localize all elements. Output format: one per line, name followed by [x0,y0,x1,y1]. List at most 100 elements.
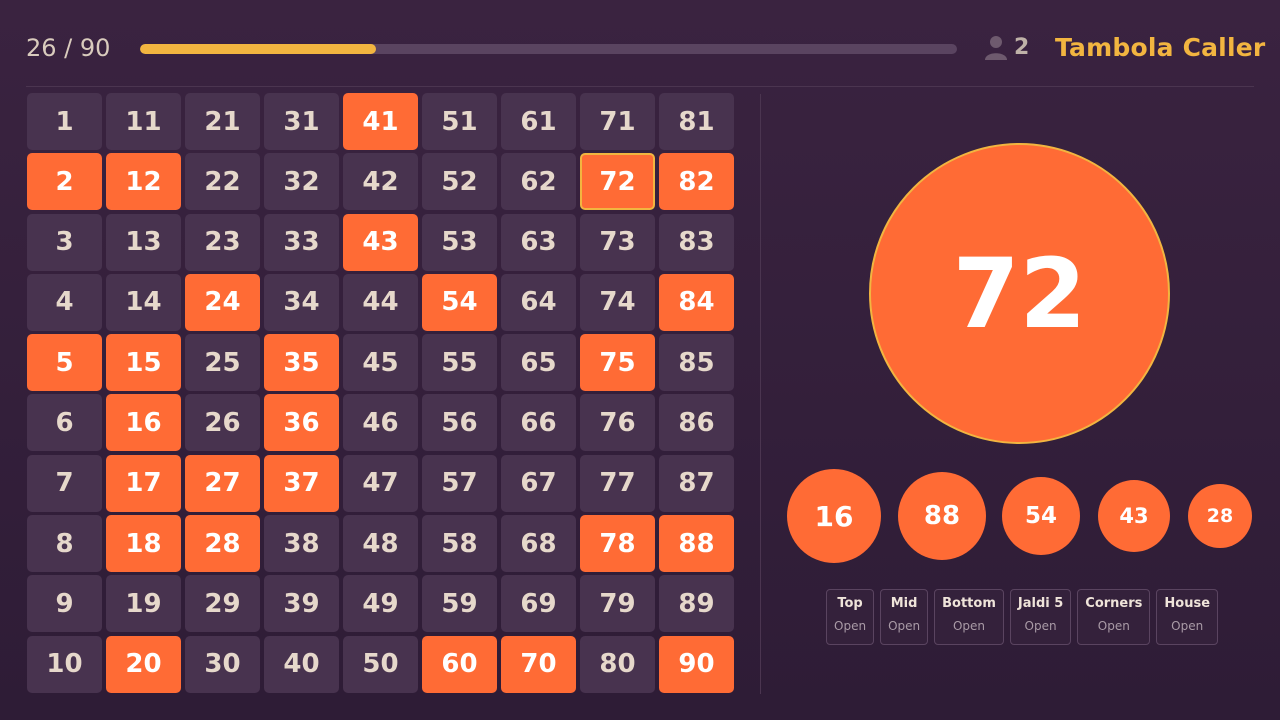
board-cell-90: 90 [659,635,734,693]
board-cell-23: 23 [185,213,260,271]
board-cell-81: 81 [659,93,734,150]
board-cell-33: 33 [264,213,339,271]
recent-ball: 16 [787,469,881,563]
board-cell-29: 29 [185,575,260,633]
recent-ball: 88 [898,472,986,560]
board-cell-26: 26 [185,394,260,452]
board-cell-16: 16 [106,394,181,452]
board-cell-1: 1 [27,93,102,150]
players-indicator: 2 [982,33,1029,61]
board-cell-36: 36 [264,394,339,452]
prize-status: Open [888,619,921,633]
board-cell-7: 7 [27,454,102,512]
board-cell-13: 13 [106,213,181,271]
top-bar: 26 / 90 2 Tambola Caller [0,0,1280,86]
board-cell-61: 61 [501,93,576,150]
prize-top: Top Open [826,589,875,645]
board-cell-37: 37 [264,454,339,512]
current-ball: 72 [869,143,1170,444]
board-cell-48: 48 [343,515,418,573]
board-cell-10: 10 [27,635,102,693]
board-cell-44: 44 [343,273,418,331]
board-cell-3: 3 [27,213,102,271]
board-cell-86: 86 [659,394,734,452]
board-cell-9: 9 [27,575,102,633]
recent-ball: 43 [1098,480,1170,552]
board-cell-25: 25 [185,334,260,392]
board-cell-24: 24 [185,273,260,331]
header-divider [26,86,1254,87]
recent-ball: 28 [1188,484,1252,548]
recent-ball: 54 [1002,477,1080,555]
board-cell-58: 58 [422,515,497,573]
board-cell-17: 17 [106,454,181,512]
board-cell-5: 5 [27,334,102,392]
board-cell-84: 84 [659,273,734,331]
board-cell-45: 45 [343,334,418,392]
board-cell-53: 53 [422,213,497,271]
board-cell-12: 12 [106,153,181,211]
board-cell-42: 42 [343,153,418,211]
board-cell-77: 77 [580,454,655,512]
prize-status: Open [1171,619,1204,633]
board-cell-64: 64 [501,273,576,331]
board-cell-14: 14 [106,273,181,331]
players-count: 2 [1014,34,1030,60]
board-cell-83: 83 [659,213,734,271]
board-cell-21: 21 [185,93,260,150]
board-cell-34: 34 [264,273,339,331]
prize-name: Jaldi 5 [1017,596,1064,611]
board-cell-15: 15 [106,334,181,392]
board-cell-52: 52 [422,153,497,211]
called-counter: 26 / 90 [26,34,111,62]
prize-name: Top [837,596,863,611]
board-cell-78: 78 [580,515,655,573]
board-cell-6: 6 [27,394,102,452]
board-cell-32: 32 [264,153,339,211]
board-cell-8: 8 [27,515,102,573]
prize-jaldi-5: Jaldi 5 Open [1009,589,1072,645]
board-cell-67: 67 [501,454,576,512]
board-cell-69: 69 [501,575,576,633]
board-cell-28: 28 [185,515,260,573]
panel-divider [760,94,761,694]
board-cell-35: 35 [264,334,339,392]
prize-status: Open [834,619,867,633]
board-cell-70: 70 [501,635,576,693]
board-cell-22: 22 [185,153,260,211]
board-cell-65: 65 [501,334,576,392]
app-title: Tambola Caller [1055,33,1266,62]
board-cell-38: 38 [264,515,339,573]
prize-status: Open [952,619,986,633]
board-cell-87: 87 [659,454,734,512]
prize-corners: Corners Open [1077,589,1151,645]
board-cell-47: 47 [343,454,418,512]
board-cell-40: 40 [264,635,339,693]
board-cell-89: 89 [659,575,734,633]
board-cell-63: 63 [501,213,576,271]
board-cell-55: 55 [422,334,497,392]
board-cell-57: 57 [422,454,497,512]
board-cell-62: 62 [501,153,576,211]
board-cell-46: 46 [343,394,418,452]
board-cell-80: 80 [580,635,655,693]
prize-name: Mid [890,596,918,611]
board-cell-2: 2 [27,153,102,211]
board-cell-54: 54 [422,273,497,331]
board-cell-72: 72 [580,153,655,211]
prize-status: Open [1024,619,1057,633]
prize-bottom: Bottom Open [934,589,1004,645]
board-cell-4: 4 [27,273,102,331]
board-cell-11: 11 [106,93,181,150]
board-cell-49: 49 [343,575,418,633]
prize-mid: Mid Open [880,589,929,645]
progress-bar [140,44,957,54]
board-cell-85: 85 [659,334,734,392]
board-cell-31: 31 [264,93,339,150]
board-cell-66: 66 [501,394,576,452]
progress-fill [140,44,377,54]
board-cell-41: 41 [343,93,418,150]
board-cell-76: 76 [580,394,655,452]
board-cell-60: 60 [422,635,497,693]
board-cell-30: 30 [185,635,260,693]
